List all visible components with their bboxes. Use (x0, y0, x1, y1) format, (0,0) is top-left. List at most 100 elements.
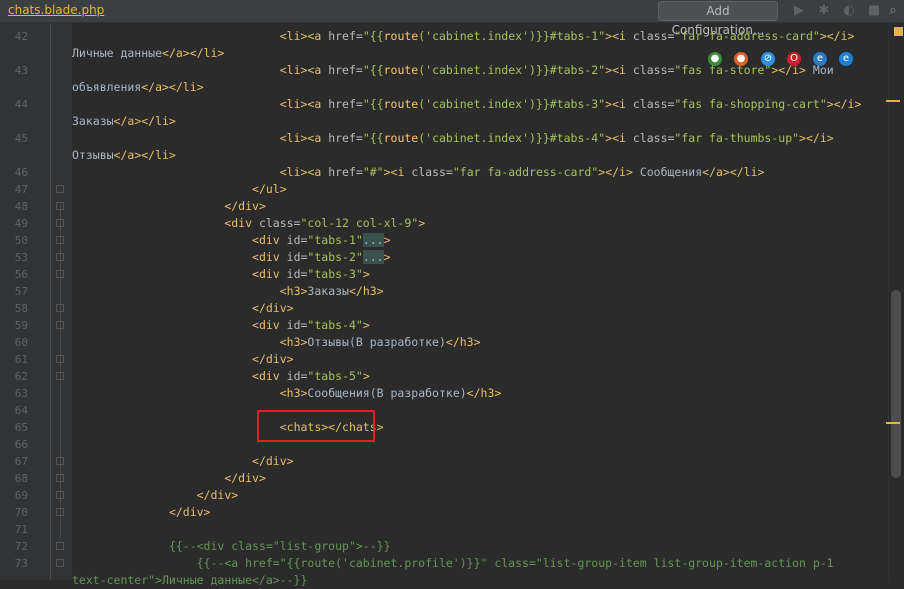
collapse-fold-icon[interactable] (56, 542, 64, 550)
run-icon[interactable]: ▶ (790, 2, 808, 20)
code-token: "{{ (362, 63, 384, 77)
code-line[interactable]: Личные данные</a></li> (72, 45, 224, 62)
code-line[interactable]: Отзывы</a></li> (72, 147, 176, 164)
code-line[interactable]: </ul> (72, 181, 287, 198)
code-line[interactable]: <div class="col-12 col-xl-9"> (72, 215, 425, 232)
firefox-icon[interactable]: ● (734, 52, 748, 66)
code-line[interactable]: <h3>Отзывы(В разработке)</h3> (72, 334, 481, 351)
code-line[interactable]: <div id="tabs-4"> (72, 317, 370, 334)
code-token: class= (632, 97, 675, 111)
collapse-fold-icon[interactable] (56, 321, 64, 329)
code-line[interactable]: <div id="tabs-2"...> (72, 249, 391, 266)
code-token: <li><a (279, 29, 329, 43)
code-line[interactable]: <li><a href="{{route('cabinet.index')}}#… (72, 62, 834, 79)
debug-icon[interactable]: ✱ (815, 2, 833, 20)
code-line[interactable]: <li><a href="{{route('cabinet.index')}}#… (72, 28, 855, 45)
expand-fold-icon[interactable] (56, 253, 64, 261)
code-editor[interactable]: <li><a href= "{{ route ('cabinet.index')}}#… (72, 23, 888, 587)
collapse-fold-icon[interactable] (56, 372, 64, 380)
collapse-fold-icon[interactable] (56, 559, 64, 567)
code-token: > (383, 165, 391, 179)
code-line[interactable]: <h3>Заказы</h3> (72, 283, 384, 300)
code-token: route (383, 97, 419, 111)
code-line[interactable]: </div> (72, 453, 294, 470)
collapse-fold-icon[interactable] (56, 491, 64, 499)
line-number: 62 (14, 370, 28, 383)
line-number: 47 (14, 183, 28, 196)
coverage-icon[interactable]: ◐ (840, 2, 858, 20)
code-line[interactable]: <div id="tabs-1"...> (72, 232, 391, 249)
code-token: <i (612, 29, 633, 43)
code-line[interactable]: Заказы</a></li> (72, 113, 176, 130)
edge-icon[interactable]: e (839, 52, 853, 66)
code-line[interactable]: </div> (72, 300, 294, 317)
code-token: </a></li> (162, 46, 225, 60)
code-line[interactable]: <li><a href="{{route('cabinet.index')}}#… (72, 130, 834, 147)
code-token: {{--<div class="list-group">--}} (168, 539, 391, 553)
search-everywhere-icon[interactable]: ⌕ (884, 2, 902, 20)
code-line[interactable]: text-center">Личные данные</a>--}} (72, 572, 307, 589)
code-line[interactable]: <li><a href="#"><i class="far fa-address… (72, 164, 765, 181)
code-token: class= (258, 216, 301, 230)
stop-icon[interactable]: ■ (865, 2, 883, 20)
code-line[interactable]: </div> (72, 351, 294, 368)
code-token: </div> (252, 301, 294, 315)
code-token: </div> (168, 505, 211, 519)
line-number: 58 (14, 302, 28, 315)
add-configuration-button[interactable]: Add Configuration... (658, 1, 778, 37)
warning-marker[interactable] (886, 100, 900, 102)
internet-explorer-icon[interactable]: e (813, 52, 827, 66)
editor-scrollbar-thumb[interactable] (891, 290, 901, 478)
code-line[interactable]: </div> (72, 198, 266, 215)
collapse-fold-icon[interactable] (56, 508, 64, 516)
collapse-fold-icon[interactable] (56, 457, 64, 465)
code-token: href= (328, 97, 363, 111)
line-number: 50 (14, 234, 28, 247)
line-number: 67 (14, 455, 28, 468)
code-line[interactable]: </div> (72, 470, 266, 487)
code-token: "fas fa-store" (674, 63, 772, 77)
code-token: href= (328, 165, 363, 179)
inspection-status-icon[interactable] (894, 27, 903, 36)
code-token: </h3> (466, 386, 502, 400)
code-line[interactable]: <div id="tabs-3"> (72, 266, 370, 283)
file-tab[interactable]: chats.blade.php (4, 0, 108, 21)
code-line[interactable]: объявления</a></li> (72, 79, 204, 96)
code-line[interactable]: <li><a href="{{route('cabinet.index')}}#… (72, 96, 862, 113)
opera-icon[interactable]: O (787, 52, 801, 66)
collapse-fold-icon[interactable] (56, 474, 64, 482)
code-token: Заказы (307, 284, 349, 298)
code-token: </h3> (445, 335, 481, 349)
code-token: ... (362, 233, 384, 247)
collapse-fold-icon[interactable] (56, 202, 64, 210)
collapse-fold-icon[interactable] (56, 185, 64, 193)
chrome-icon[interactable]: ● (708, 52, 722, 66)
expand-fold-icon[interactable] (56, 236, 64, 244)
line-number: 59 (14, 319, 28, 332)
code-line[interactable]: <div id="tabs-5"> (72, 368, 370, 385)
code-token: > (418, 216, 426, 230)
safari-icon[interactable]: ⊘ (761, 52, 775, 66)
code-line[interactable]: {{--<a href="{{route('cabinet.profile')}… (72, 555, 834, 572)
code-line[interactable]: <h3>Сообщения(В разработке)</h3> (72, 385, 502, 402)
code-token: <li><a (279, 165, 329, 179)
collapse-fold-icon[interactable] (56, 304, 64, 312)
code-token: </a></li> (113, 114, 176, 128)
collapse-fold-icon[interactable] (56, 355, 64, 363)
code-line[interactable]: {{--<div class="list-group">--}} (72, 538, 391, 555)
line-number: 43 (14, 64, 28, 77)
code-line[interactable]: </div> (72, 487, 239, 504)
collapse-fold-icon[interactable] (56, 219, 64, 227)
warning-marker[interactable] (886, 422, 900, 424)
collapse-fold-icon[interactable] (56, 270, 64, 278)
code-token: id= (286, 369, 308, 383)
code-token: ('cabinet.index')}}#tabs-4" (418, 131, 606, 145)
code-token: "far fa-thumbs-up" (674, 131, 800, 145)
code-token: {{--<a href="{{route('cabinet.profile')}… (196, 556, 834, 570)
code-line[interactable]: </div> (72, 504, 211, 521)
